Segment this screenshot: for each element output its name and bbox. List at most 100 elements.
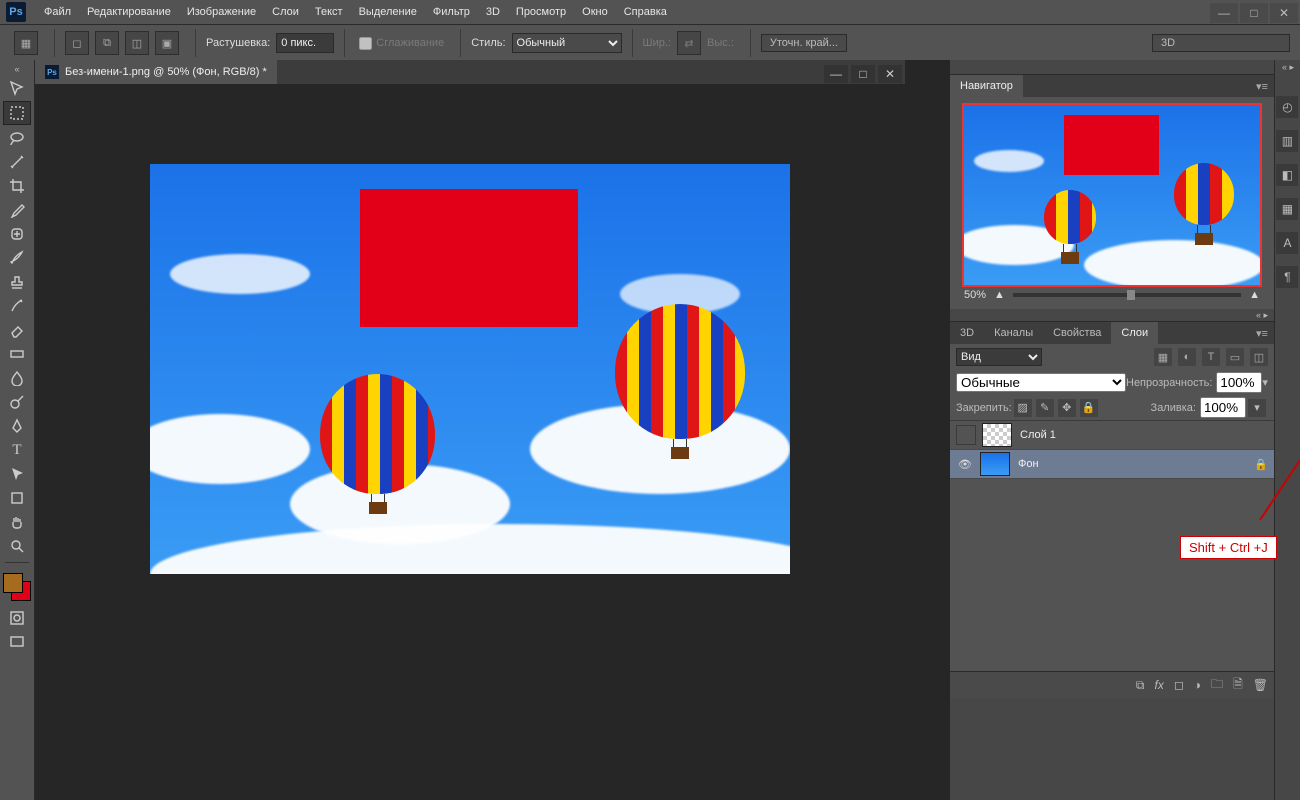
lock-pixels-icon[interactable]: ✎ — [1036, 399, 1054, 417]
menu-type[interactable]: Текст — [307, 0, 351, 24]
fill-dropdown-icon[interactable]: ▾ — [1248, 399, 1266, 417]
document-tab[interactable]: Ps Без-имени-1.png @ 50% (Фон, RGB/8) * — [35, 60, 277, 84]
menu-help[interactable]: Справка — [616, 0, 675, 24]
filter-smart-icon[interactable]: ◫ — [1250, 348, 1268, 366]
delete-layer-icon[interactable]: 🗑 — [1253, 678, 1268, 692]
window-close-button[interactable]: ✕ — [1270, 3, 1298, 23]
menu-view[interactable]: Просмотр — [508, 0, 574, 24]
link-layers-icon[interactable]: ⧉ — [1136, 678, 1145, 693]
crop-tool-icon[interactable] — [4, 175, 30, 197]
subtract-selection-icon[interactable]: ◫ — [125, 31, 149, 55]
doc-minimize-button[interactable]: — — [824, 65, 848, 83]
move-tool-icon[interactable] — [4, 77, 30, 99]
fill-input[interactable] — [1200, 397, 1246, 418]
filter-pixel-icon[interactable]: ▦ — [1154, 348, 1172, 366]
history-brush-tool-icon[interactable] — [4, 295, 30, 317]
foreground-color-swatch[interactable] — [3, 573, 23, 593]
tab-layers[interactable]: Слои — [1111, 322, 1158, 344]
layer-visibility-toggle[interactable]: 👁 — [956, 455, 974, 473]
new-selection-icon[interactable]: ◻ — [65, 31, 89, 55]
dock-swatches-icon[interactable]: ▦ — [1276, 198, 1298, 220]
pen-tool-icon[interactable] — [4, 415, 30, 437]
dock-actions-icon[interactable]: ▥ — [1276, 130, 1298, 152]
tool-preset-icon[interactable]: ▦ — [14, 31, 38, 55]
window-minimize-button[interactable]: — — [1210, 3, 1238, 23]
panel-menu-icon[interactable]: ▾≡ — [1250, 80, 1274, 93]
refine-edge-button[interactable]: Уточн. край... — [761, 34, 847, 52]
layer-kind-select[interactable]: Вид — [956, 348, 1042, 366]
dock-color-icon[interactable]: ◧ — [1276, 164, 1298, 186]
layer-thumbnail[interactable] — [980, 452, 1010, 476]
menu-select[interactable]: Выделение — [351, 0, 425, 24]
navigator-thumbnail[interactable] — [962, 103, 1262, 287]
menu-file[interactable]: Файл — [36, 0, 79, 24]
navigator-tab[interactable]: Навигатор — [950, 75, 1023, 97]
dodge-tool-icon[interactable] — [4, 391, 30, 413]
adjustment-layer-icon[interactable]: ◑ — [1194, 678, 1201, 692]
layer-row[interactable]: Слой 1 — [950, 421, 1274, 450]
filter-adjust-icon[interactable]: ◐ — [1178, 348, 1196, 366]
layer-row[interactable]: 👁 Фон 🔒 — [950, 450, 1274, 479]
panels-collapse-icon[interactable]: « ▸ — [1278, 62, 1298, 72]
menu-edit[interactable]: Редактирование — [79, 0, 179, 24]
style-select[interactable]: Обычный — [512, 33, 622, 53]
navigator-zoom-out-icon[interactable]: ▲ — [994, 289, 1005, 301]
menu-layer[interactable]: Слои — [264, 0, 307, 24]
canvas[interactable] — [150, 164, 790, 574]
lock-position-icon[interactable]: ✥ — [1058, 399, 1076, 417]
eraser-tool-icon[interactable] — [4, 319, 30, 341]
layer-visibility-toggle[interactable] — [956, 425, 976, 445]
layer-thumbnail[interactable] — [982, 423, 1012, 447]
layers-collapse-icon[interactable]: « ▸ — [1252, 310, 1272, 320]
intersect-selection-icon[interactable]: ▣ — [155, 31, 179, 55]
tab-3d[interactable]: 3D — [950, 322, 984, 344]
tab-channels[interactable]: Каналы — [984, 322, 1043, 344]
add-selection-icon[interactable]: ⧉ — [95, 31, 119, 55]
dock-history-icon[interactable]: ◴ — [1276, 96, 1298, 118]
menu-image[interactable]: Изображение — [179, 0, 264, 24]
filter-type-icon[interactable]: T — [1202, 348, 1220, 366]
feather-input[interactable] — [276, 33, 334, 53]
shape-tool-icon[interactable] — [4, 487, 30, 509]
opacity-input[interactable] — [1216, 372, 1262, 393]
doc-maximize-button[interactable]: □ — [851, 65, 875, 83]
path-select-tool-icon[interactable] — [4, 463, 30, 485]
hand-tool-icon[interactable] — [4, 511, 30, 533]
layer-mask-icon[interactable]: ◻ — [1174, 678, 1184, 692]
gradient-tool-icon[interactable] — [4, 343, 30, 365]
filter-shape-icon[interactable]: ▭ — [1226, 348, 1244, 366]
brush-tool-icon[interactable] — [4, 247, 30, 269]
lasso-tool-icon[interactable] — [4, 127, 30, 149]
navigator-zoom-in-icon[interactable]: ▲ — [1249, 289, 1260, 301]
marquee-tool-icon[interactable] — [3, 101, 31, 125]
doc-close-button[interactable]: ✕ — [878, 65, 902, 83]
toolbox-collapse-icon[interactable]: « — [7, 64, 27, 74]
navigator-zoom-slider[interactable] — [1013, 293, 1241, 297]
layer-group-icon[interactable]: 🗀 — [1211, 675, 1223, 696]
layer-fx-icon[interactable]: fx — [1154, 678, 1163, 692]
lock-all-icon[interactable]: 🔒 — [1080, 399, 1098, 417]
screenmode-tool-icon[interactable] — [4, 631, 30, 653]
eyedropper-tool-icon[interactable] — [4, 199, 30, 221]
new-layer-icon[interactable]: 🗎 — [1233, 675, 1243, 696]
zoom-tool-icon[interactable] — [4, 535, 30, 557]
type-tool-icon[interactable]: T — [4, 439, 30, 461]
layers-panel-menu-icon[interactable]: ▾≡ — [1250, 327, 1274, 340]
menu-window[interactable]: Окно — [574, 0, 616, 24]
workspace-switcher[interactable]: 3D — [1152, 34, 1290, 52]
blend-mode-select[interactable]: Обычные — [956, 373, 1126, 392]
window-maximize-button[interactable]: □ — [1240, 3, 1268, 23]
lock-transparent-icon[interactable]: ▨ — [1014, 399, 1032, 417]
menu-filter[interactable]: Фильтр — [425, 0, 478, 24]
magic-wand-tool-icon[interactable] — [4, 151, 30, 173]
color-swatches[interactable] — [3, 573, 31, 601]
dock-character-icon[interactable]: A — [1276, 232, 1298, 254]
quickmask-tool-icon[interactable] — [4, 607, 30, 629]
tab-properties[interactable]: Свойства — [1043, 322, 1111, 344]
blur-tool-icon[interactable] — [4, 367, 30, 389]
menu-3d[interactable]: 3D — [478, 0, 508, 24]
stamp-tool-icon[interactable] — [4, 271, 30, 293]
healing-tool-icon[interactable] — [4, 223, 30, 245]
layer-name[interactable]: Фон — [1018, 458, 1039, 470]
layer-name[interactable]: Слой 1 — [1020, 429, 1056, 441]
